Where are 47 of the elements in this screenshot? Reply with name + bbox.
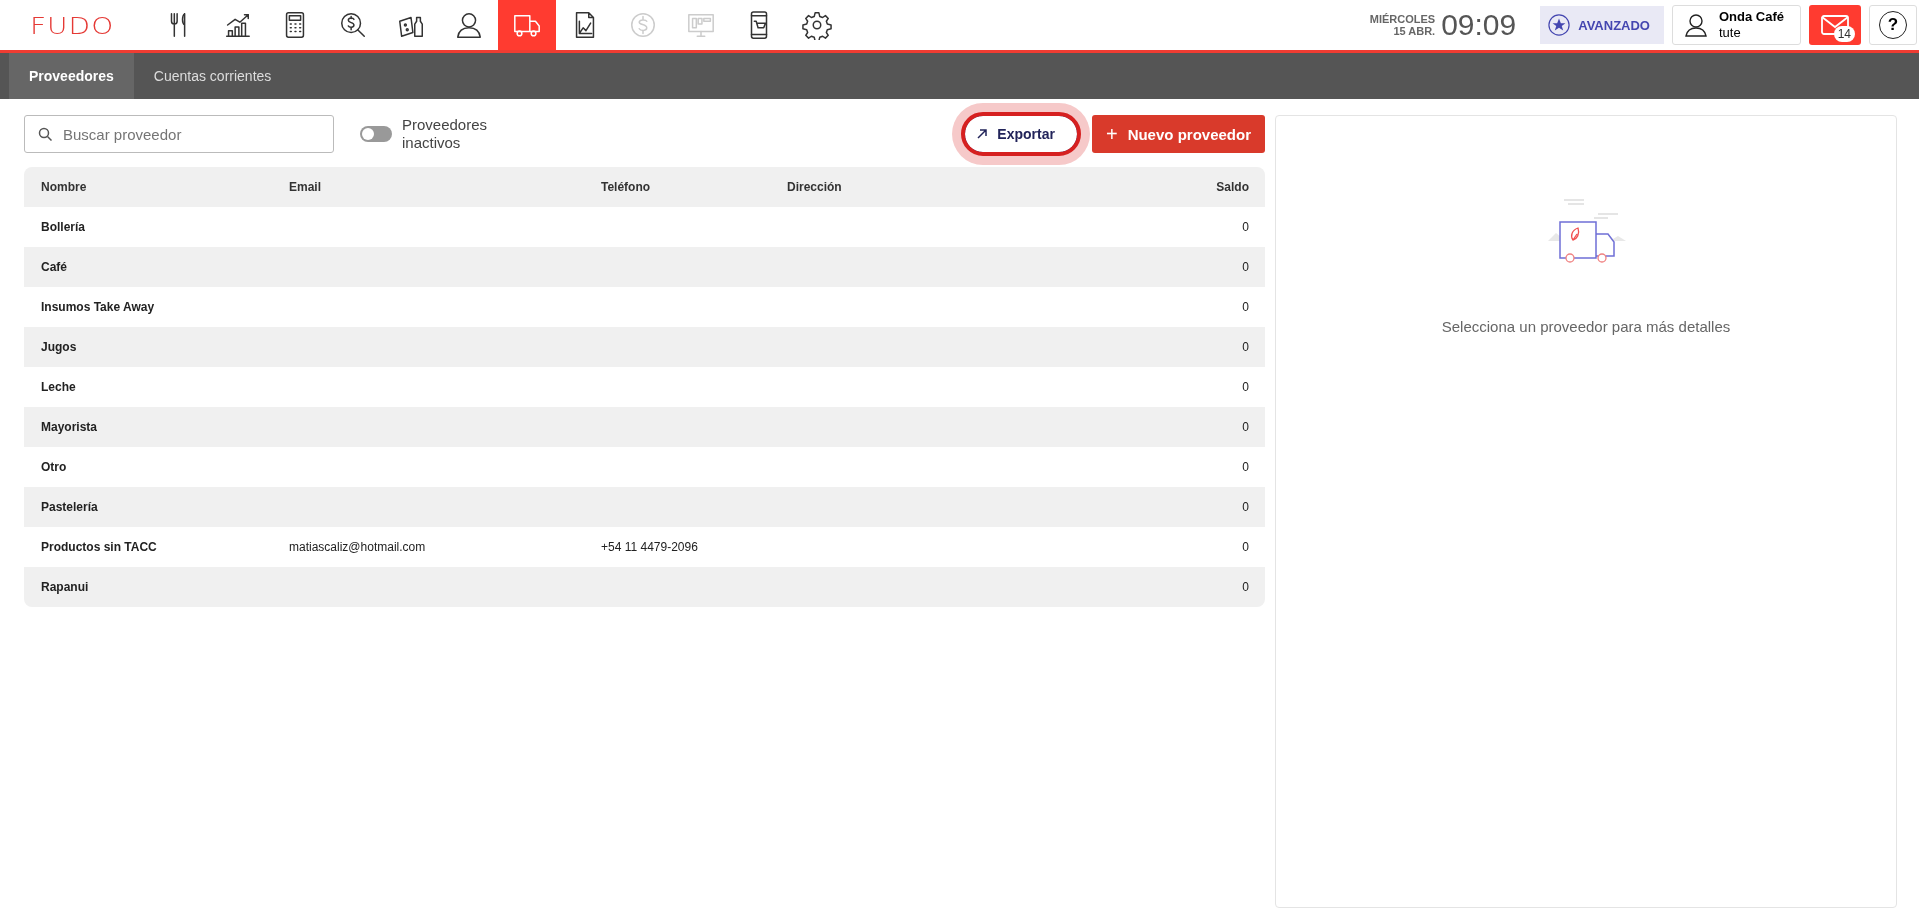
- column-header: Dirección: [786, 180, 843, 194]
- table-cell-text: +54 11 4479-2096: [600, 540, 699, 554]
- table-cell-text: Bollería: [40, 220, 86, 234]
- weekday: MIÉRCOLES: [1369, 13, 1436, 25]
- table-cell-text: 0: [1241, 260, 1250, 274]
- messages-button[interactable]: 14: [1809, 5, 1861, 45]
- account-button[interactable]: Onda Café tute: [1672, 5, 1801, 45]
- logo: FUDO: [30, 10, 116, 40]
- empty-state-message: Selecciona un proveedor para más detalles: [1441, 318, 1731, 335]
- table-cell-text: Productos sin TACC: [40, 540, 158, 554]
- toggle-label: Proveedores inactivos: [402, 116, 489, 152]
- date: 15 ABR.: [1393, 25, 1436, 37]
- column-header: Saldo: [1215, 180, 1250, 194]
- table-cell-text: Jugos: [40, 340, 78, 354]
- column-header: Email: [288, 180, 322, 194]
- search-icon: [38, 127, 52, 141]
- nav-truck-icon[interactable]: [498, 0, 556, 50]
- table-cell-text: 0: [1241, 540, 1250, 554]
- table-cell-text: Leche: [40, 380, 77, 394]
- table-cell-text: 0: [1241, 220, 1250, 234]
- table-cell-text: Mayorista: [40, 420, 99, 434]
- tab[interactable]: Proveedores: [9, 53, 134, 99]
- table-cell-text: 0: [1241, 300, 1250, 314]
- table-cell-text: matiascaliz@hotmail.com: [288, 540, 427, 554]
- table-cell-text: 0: [1241, 460, 1250, 474]
- table-cell-text: Insumos Take Away: [40, 300, 156, 314]
- table-cell-text: 0: [1241, 420, 1250, 434]
- plan-button[interactable]: AVANZADO: [1540, 6, 1664, 44]
- table-cell-text: 0: [1241, 580, 1250, 594]
- search-field[interactable]: Buscar proveedor: [24, 115, 334, 153]
- tab[interactable]: Cuentas corrientes: [133, 53, 292, 99]
- mail-icon: [1820, 14, 1850, 36]
- table-cell-text: Café: [40, 260, 68, 274]
- table-cell-text: Otro: [40, 460, 68, 474]
- table-cell-text: 0: [1241, 380, 1250, 394]
- table-cell-text: 0: [1241, 500, 1250, 514]
- user-icon: [1685, 13, 1707, 37]
- table-cell-text: 0: [1241, 340, 1250, 354]
- export-arrow-icon: [977, 129, 988, 139]
- table-cell-text: Pastelería: [40, 500, 99, 514]
- column-header: Nombre: [40, 180, 88, 194]
- table-cell-text: Rapanui: [40, 580, 90, 594]
- time: 09:09: [1441, 8, 1517, 42]
- help-button[interactable]: ?: [1869, 5, 1917, 45]
- message-count-badge: 14: [1833, 26, 1855, 42]
- new-supplier-button[interactable]: + Nuevo proveedor: [1091, 115, 1265, 153]
- column-header: Teléfono: [600, 180, 652, 194]
